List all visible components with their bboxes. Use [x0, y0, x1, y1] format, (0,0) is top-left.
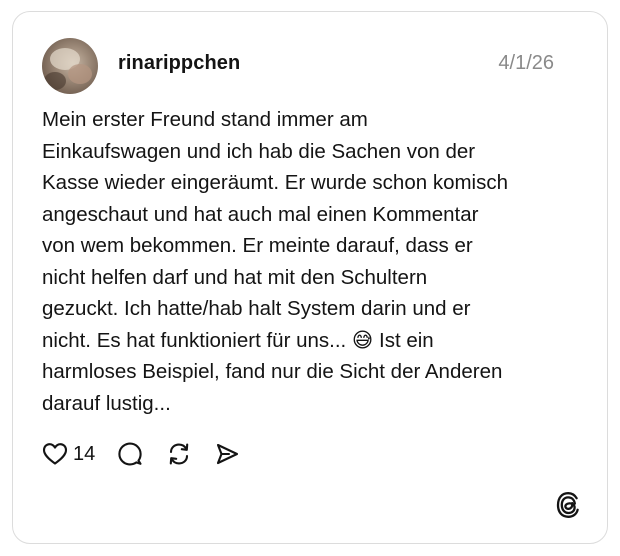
share-button[interactable]: [214, 441, 240, 467]
repost-button[interactable]: [166, 441, 192, 467]
comment-icon: [118, 442, 142, 466]
avatar[interactable]: [42, 38, 98, 94]
username[interactable]: rinarippchen: [118, 52, 240, 75]
like-button[interactable]: 14: [42, 442, 117, 466]
avatar-photo-shadow: [44, 72, 66, 90]
send-icon: [217, 443, 239, 465]
repost-icon: [170, 443, 189, 465]
post-date: 4/1/26: [498, 52, 554, 74]
action-bar: 14: [42, 439, 240, 469]
avatar-photo-midtone: [68, 64, 92, 84]
heart-icon: [42, 443, 68, 465]
threads-logo-icon[interactable]: [555, 491, 581, 519]
post-card: rinarippchen 4/1/26 Mein erster Freund s…: [12, 11, 608, 544]
like-count: 14: [73, 442, 96, 465]
reply-button[interactable]: [117, 441, 143, 467]
post-text: Mein erster Freund stand immer am Einkau…: [42, 108, 509, 415]
